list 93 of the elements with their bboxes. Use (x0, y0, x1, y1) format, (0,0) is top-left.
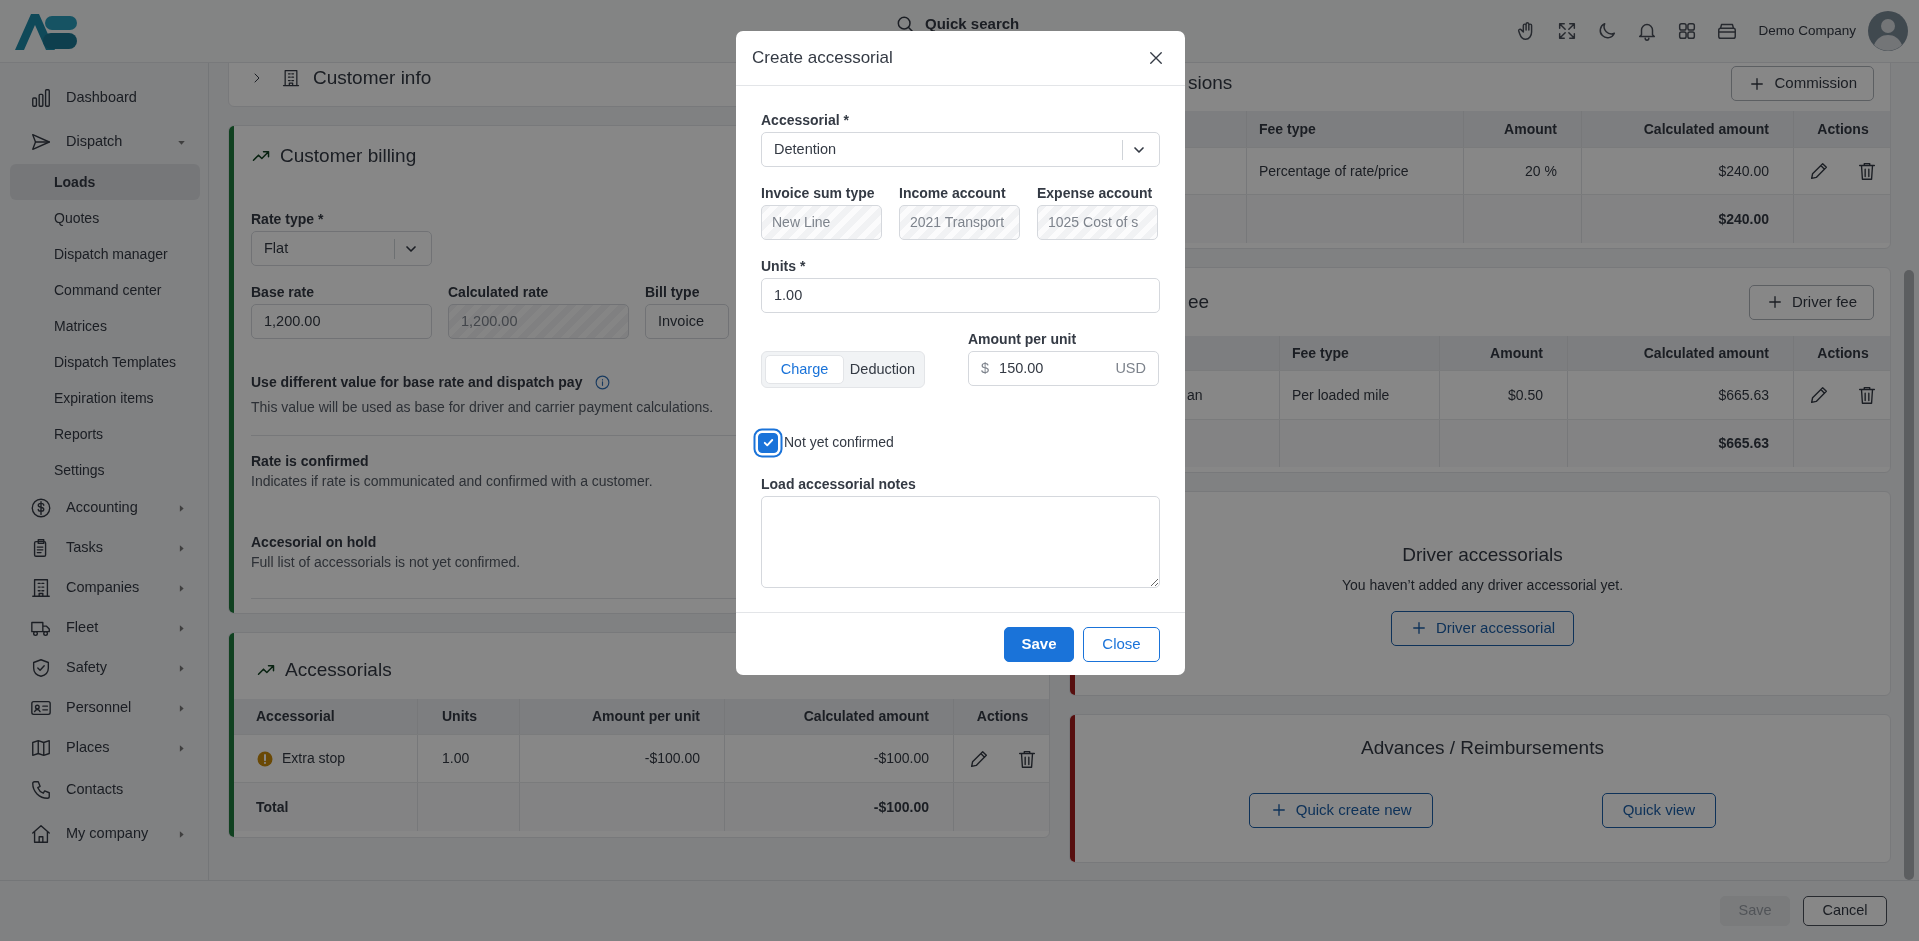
sidebar-item[interactable]: Contacts (10, 768, 200, 812)
table-cell-text: -$100.00 (644, 749, 700, 768)
sidebar-item[interactable]: Accounting (10, 488, 200, 528)
setting-description: Indicates if rate is communicated and confirmed with a customer. (251, 472, 653, 491)
column-header: Amount (1490, 343, 1543, 363)
table-cell-text: Percentage of rate/price (1259, 161, 1409, 181)
table-cell-text: 20 % (1525, 161, 1557, 181)
sidebar-item[interactable]: Fleet (10, 608, 200, 648)
segment-tab[interactable]: Deduction (844, 355, 921, 384)
text-field[interactable]: 1,200.00 (251, 304, 432, 339)
field-label: Invoice sum type (761, 184, 875, 203)
total-amount: -$100.00 (873, 797, 929, 817)
card-title: Customer billing (280, 143, 417, 168)
field-label: Units * (761, 257, 806, 276)
cancel-button[interactable]: Cancel (1803, 896, 1887, 926)
card-title: ee (1188, 289, 1210, 314)
total-amount: $665.63 (1718, 434, 1769, 453)
column-header: Amount (1504, 119, 1557, 139)
add-button[interactable]: Driver accessorial (1390, 610, 1575, 646)
card-title: sions (1188, 71, 1233, 96)
table-cell-text: 1.00 (442, 749, 470, 768)
sidebar-item[interactable]: Dispatch manager (10, 236, 200, 272)
field-label: Expense account (1037, 184, 1153, 203)
quick-search-button[interactable]: Quick search (895, 12, 1020, 36)
field-label: Bill type (645, 283, 700, 302)
sidebar-item[interactable]: Tasks (10, 528, 200, 568)
card-title: Advances / Reimbursements (1361, 736, 1604, 760)
sidebar-item[interactable]: My company (10, 812, 200, 856)
table-cell-text: Per loaded mile (1292, 385, 1390, 405)
view-button[interactable]: Quick view (1601, 792, 1717, 828)
card-title: Accessorials (285, 657, 392, 682)
sidebar-item[interactable]: Settings (10, 452, 200, 488)
sidebar-item[interactable]: Matrices (10, 308, 200, 344)
sidebar-item[interactable]: Expiration items (10, 380, 200, 416)
column-header: Actions (976, 707, 1029, 726)
column-header: Amount per unit (591, 707, 700, 726)
column-header: Fee type (1259, 119, 1316, 139)
add-button[interactable]: Driver fee (1748, 284, 1874, 320)
column-header: Actions (1817, 343, 1869, 363)
sidebar-item[interactable]: Dispatch Templates (10, 344, 200, 380)
segment-tab[interactable]: Charge (765, 355, 844, 384)
field-label: Accessorial * (761, 111, 849, 130)
rate-type-select[interactable]: Flat (251, 231, 432, 266)
field-label: Amount per unit (968, 330, 1077, 349)
sidebar-item[interactable]: Safety (10, 648, 200, 688)
column-header: Calculated amount (1643, 119, 1769, 139)
table-cell-text: -$100.00 (873, 749, 929, 768)
sidebar-item[interactable]: Personnel (10, 688, 200, 728)
checkbox-label: Not yet confirmed (784, 433, 894, 452)
table-cell-text: Extra stop (282, 749, 346, 768)
column-header: Units (442, 707, 477, 726)
empty-message: You haven’t added any driver accessorial yet. (1341, 575, 1624, 595)
setting-description: This value will be used as base for driver and carrier payment calculations. (251, 398, 714, 417)
setting-title: Use different value for base rate and dispatch pay (251, 372, 583, 392)
modal-title: Create accessorial (752, 47, 893, 70)
setting-description: Full list of accessorials is not yet confirmed. (251, 553, 521, 572)
total-amount: $240.00 (1718, 209, 1769, 229)
add-button[interactable]: Commission (1731, 66, 1874, 101)
sidebar-item[interactable]: Companies (10, 568, 200, 608)
accessorial-select[interactable]: Detention (761, 132, 1160, 167)
column-header: Calculated amount (1643, 343, 1769, 363)
total-label: Total (256, 797, 289, 817)
sidebar-item[interactable]: Places (10, 728, 200, 768)
sidebar-item[interactable]: Command center (10, 272, 200, 308)
sidebar-item[interactable]: Dispatch (10, 120, 200, 164)
field-label: Load accessorial notes (761, 475, 916, 494)
field-label: Base rate (251, 283, 315, 302)
card-title: Customer info (313, 65, 432, 90)
field-label: Income account (899, 184, 1006, 203)
field-label: Rate type * (251, 210, 324, 229)
setting-title: Rate is confirmed (251, 451, 369, 471)
table-cell-text: an (1187, 385, 1203, 405)
table-cell-text: $240.00 (1718, 161, 1769, 181)
sidebar-item[interactable]: Quotes (10, 200, 200, 236)
sidebar-item[interactable]: Loads (10, 164, 200, 200)
save-button[interactable]: Save (1004, 626, 1074, 662)
text-field[interactable]: Invoice (645, 304, 729, 339)
field-label: Calculated rate (448, 283, 549, 302)
close-button[interactable]: Close (1083, 626, 1160, 662)
sidebar-item[interactable]: Dashboard (10, 76, 200, 120)
setting-title: Accesorial on hold (251, 532, 377, 552)
column-header: Calculated amount (803, 707, 929, 726)
column-header: Fee type (1292, 343, 1349, 363)
column-header: Accessorial (256, 707, 335, 726)
sidebar-item[interactable]: Reports (10, 416, 200, 452)
company-name[interactable]: Demo Company (1758, 20, 1856, 42)
card-title: Driver accessorials (1402, 543, 1563, 567)
amount-field[interactable]: $ 150.00 USD (968, 351, 1159, 386)
table-cell-text: $0.50 (1507, 385, 1543, 405)
table-cell-text: $665.63 (1718, 385, 1769, 405)
column-header: Actions (1817, 119, 1869, 139)
units-field[interactable]: 1.00 (761, 278, 1160, 313)
add-button[interactable]: Quick create new (1248, 792, 1433, 828)
